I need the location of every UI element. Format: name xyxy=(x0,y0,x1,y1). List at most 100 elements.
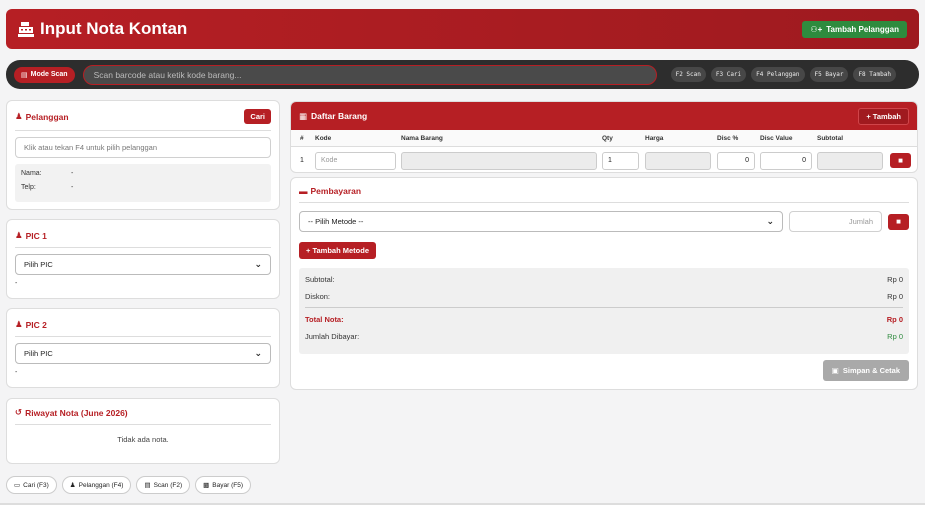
scan-bar: ▤ Mode Scan Scan barcode atau ketik kode… xyxy=(6,60,919,89)
add-method-label: Tambah Metode xyxy=(312,246,370,255)
pic1-header: ♟ PIC 1 xyxy=(15,230,271,241)
pic1-selected: Pilih PIC xyxy=(24,260,53,269)
save-icon: ▣ xyxy=(831,366,839,375)
pic2-selected: Pilih PIC xyxy=(24,349,53,358)
payment-method-select[interactable]: -- Pilih Metode -- ⌄ xyxy=(299,211,783,232)
pic2-header: ♟ PIC 2 xyxy=(15,319,271,330)
hotkey-badge: F5 Bayar xyxy=(809,67,849,82)
summary-paid: Jumlah Dibayar: Rp 0 xyxy=(305,332,903,341)
shortcut-scan[interactable]: ▤ Scan (F2) xyxy=(136,476,191,494)
shortcut-customer[interactable]: ♟ Pelanggan (F4) xyxy=(61,476,132,494)
add-item-button[interactable]: + Tambah xyxy=(858,107,909,125)
disc-pct-input[interactable]: 0 xyxy=(717,151,755,170)
customer-phone-value: - xyxy=(71,184,74,191)
history-card: ↺ Riwayat Nota (June 2026) Tidak ada not… xyxy=(6,398,280,464)
items-card: ▦ Daftar Barang + Tambah # Kode Nama Bar… xyxy=(290,101,918,173)
chevron-down-icon: ⌄ xyxy=(254,348,262,358)
code-input[interactable]: Kode xyxy=(315,151,396,170)
trash-icon: ■ xyxy=(898,156,903,165)
pic1-select[interactable]: Pilih PIC ⌄ xyxy=(15,254,271,275)
payment-method-row: -- Pilih Metode -- ⌄ Jumlah ■ xyxy=(299,211,909,232)
hotkey-badge: F3 Cari xyxy=(710,67,747,82)
add-item-label: Tambah xyxy=(872,111,901,121)
shortcut-bar: ▭ Cari (F3) ♟ Pelanggan (F4) ▤ Scan (F2) ▩ B… xyxy=(6,476,251,494)
row-number: 1 xyxy=(300,157,304,164)
col-code: Kode xyxy=(315,134,332,142)
history-header: ↺ Riwayat Nota (June 2026) xyxy=(15,407,271,418)
divider xyxy=(299,202,909,203)
item-name-field xyxy=(401,151,597,170)
customer-picker-input[interactable]: Klik atau tekan F4 untuk pilih pelanggan xyxy=(15,137,271,158)
shortcut-label: Cari (F3) xyxy=(23,481,49,489)
shortcut-pay[interactable]: ▩ Bayar (F5) xyxy=(195,476,251,494)
customer-title: Pelanggan xyxy=(25,111,69,122)
subtotal-value: Rp 0 xyxy=(887,275,903,284)
mode-scan-button[interactable]: ▤ Mode Scan xyxy=(14,66,75,83)
pic1-title: PIC 1 xyxy=(25,230,47,241)
user-icon: ♟ xyxy=(15,111,23,121)
subtotal-field xyxy=(817,151,883,170)
customer-name-row: Nama: - xyxy=(21,170,265,177)
customer-info-box: Nama: - Telp: - xyxy=(15,164,271,202)
col-qty: Qty xyxy=(602,134,613,142)
payment-method-selected: -- Pilih Metode -- xyxy=(308,217,364,226)
customer-header: ♟ Pelanggan Cari xyxy=(15,109,271,124)
col-subtotal: Subtotal xyxy=(817,134,843,142)
page-title-text: Input Nota Kontan xyxy=(40,19,188,38)
summary-total: Total Nota: Rp 0 xyxy=(305,315,903,324)
history-empty: Tidak ada nota. xyxy=(117,435,169,444)
summary-divider xyxy=(305,307,903,308)
user-tie-icon: ♟ xyxy=(15,319,23,329)
divider xyxy=(15,130,271,131)
shortcut-search[interactable]: ▭ Cari (F3) xyxy=(6,476,57,494)
total-value: Rp 0 xyxy=(886,315,903,324)
user-tie-icon: ♟ xyxy=(15,230,23,240)
add-customer-button[interactable]: ⚇+ Tambah Pelanggan xyxy=(802,20,907,38)
price-field xyxy=(645,151,711,170)
folder-icon: ▭ xyxy=(14,482,21,489)
qty-input[interactable]: 1 xyxy=(602,151,639,170)
chevron-down-icon: ⌄ xyxy=(254,259,262,269)
shortcut-label: Pelanggan (F4) xyxy=(78,481,124,489)
col-no: # xyxy=(300,134,304,142)
payment-header: ▬ Pembayaran xyxy=(299,186,909,196)
col-disc-value: Disc Value xyxy=(760,134,793,142)
payment-title: Pembayaran xyxy=(310,186,362,196)
customer-search-button[interactable]: Cari xyxy=(244,109,271,124)
divider xyxy=(15,424,271,425)
payment-summary: Subtotal: Rp 0 Diskon: Rp 0 Total Nota: Rp … xyxy=(299,268,909,354)
divider xyxy=(15,336,271,337)
items-table-header: # Kode Nama Barang Qty Harga Disc % Disc… xyxy=(291,130,917,147)
summary-subtotal: Subtotal: Rp 0 xyxy=(305,275,903,284)
discount-value: Rp 0 xyxy=(887,292,903,301)
user-plus-icon: ⚇+ xyxy=(810,24,823,34)
hotkey-badge: F4 Pelanggan xyxy=(751,67,805,82)
col-disc-pct: Disc % xyxy=(717,134,739,142)
customer-name-value: - xyxy=(71,170,74,177)
customer-name-label: Nama: xyxy=(21,170,42,177)
payment-card: ▬ Pembayaran -- Pilih Metode -- ⌄ Jumlah… xyxy=(290,177,918,390)
chevron-down-icon: ⌄ xyxy=(766,216,774,226)
save-print-button[interactable]: ▣ Simpan & Cetak xyxy=(822,360,909,381)
pic1-card: ♟ PIC 1 Pilih PIC ⌄ - xyxy=(6,219,280,299)
customer-phone-row: Telp: - xyxy=(21,184,265,191)
items-title: Daftar Barang xyxy=(311,111,368,121)
pic2-select[interactable]: Pilih PIC ⌄ xyxy=(15,343,271,364)
paid-label: Jumlah Dibayar: xyxy=(305,332,360,341)
user-icon: ♟ xyxy=(69,482,76,489)
hotkey-badge: F2 Scan xyxy=(670,67,706,82)
barcode-input[interactable]: Scan barcode atau ketik kode barang... xyxy=(82,64,657,85)
shortcut-label: Bayar (F5) xyxy=(212,481,243,489)
add-method-button[interactable]: + Tambah Metode xyxy=(299,242,377,259)
pic2-value: - xyxy=(15,369,18,376)
save-print-label: Simpan & Cetak xyxy=(842,366,900,375)
discount-label: Diskon: xyxy=(305,292,331,301)
delete-row-button[interactable]: ■ xyxy=(890,153,911,168)
delete-method-button[interactable]: ■ xyxy=(888,213,909,230)
barcode-icon: ▤ xyxy=(144,482,151,489)
customer-card: ♟ Pelanggan Cari Klik atau tekan F4 untu… xyxy=(6,100,280,210)
payment-amount-input[interactable]: Jumlah xyxy=(789,211,882,232)
disc-value-input[interactable]: 0 xyxy=(760,151,812,170)
col-name: Nama Barang xyxy=(401,134,443,142)
add-customer-label: Tambah Pelanggan xyxy=(826,24,899,34)
